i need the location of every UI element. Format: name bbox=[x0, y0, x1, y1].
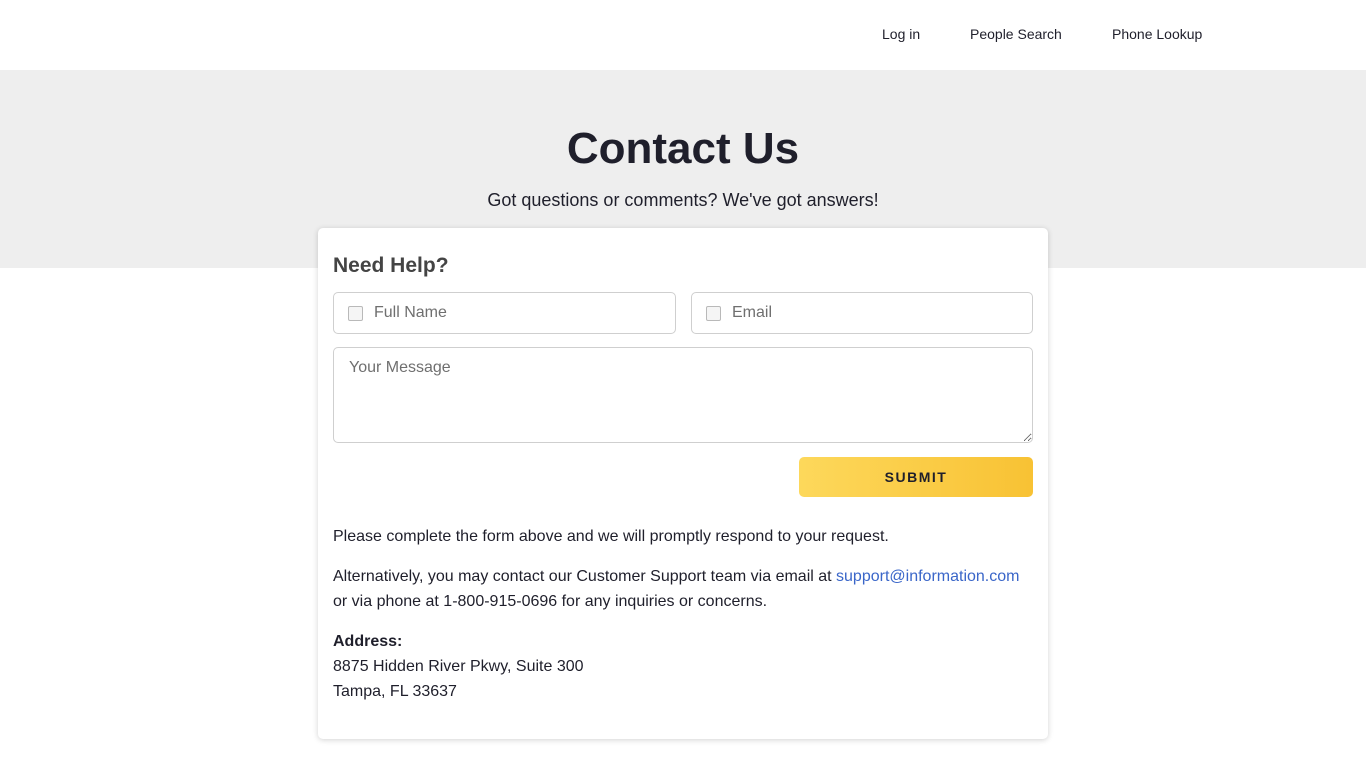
email-field bbox=[691, 292, 1033, 334]
page-subtitle: Got questions or comments? We've got ans… bbox=[487, 190, 879, 210]
info-text-2: Alternatively, you may contact our Custo… bbox=[333, 564, 1033, 614]
form-title: Need Help? bbox=[333, 254, 449, 277]
nav-people-search-link[interactable]: People Search bbox=[970, 26, 1062, 42]
info-text-1: Please complete the form above and we wi… bbox=[333, 528, 889, 545]
info-text-2-prefix: Alternatively, you may contact our Custo… bbox=[333, 568, 837, 585]
support-email-link[interactable]: support@information.com bbox=[836, 568, 1019, 585]
top-nav: Log in People Search Phone Lookup bbox=[0, 0, 1366, 70]
full-name-input[interactable] bbox=[374, 293, 665, 333]
broken-image-icon bbox=[706, 306, 721, 321]
submit-button[interactable]: SUBMIT bbox=[799, 457, 1033, 497]
broken-image-icon bbox=[348, 306, 363, 321]
full-name-field bbox=[333, 292, 676, 334]
message-textarea[interactable] bbox=[333, 347, 1033, 443]
page-title: Contact Us bbox=[566, 124, 800, 173]
contact-form-card: Need Help? SUBMIT Please complete the fo… bbox=[318, 228, 1048, 739]
address-block: Address: 8875 Hidden River Pkwy, Suite 3… bbox=[333, 629, 1033, 704]
email-input[interactable] bbox=[732, 293, 1022, 333]
address-line-2: Tampa, FL 33637 bbox=[333, 683, 457, 700]
address-line-1: 8875 Hidden River Pkwy, Suite 300 bbox=[333, 658, 584, 675]
info-text-2-suffix: or via phone at 1-800-915-0696 for any i… bbox=[333, 593, 768, 610]
nav-login-link[interactable]: Log in bbox=[882, 26, 920, 42]
nav-phone-lookup-link[interactable]: Phone Lookup bbox=[1112, 26, 1202, 42]
address-label: Address: bbox=[333, 633, 403, 650]
